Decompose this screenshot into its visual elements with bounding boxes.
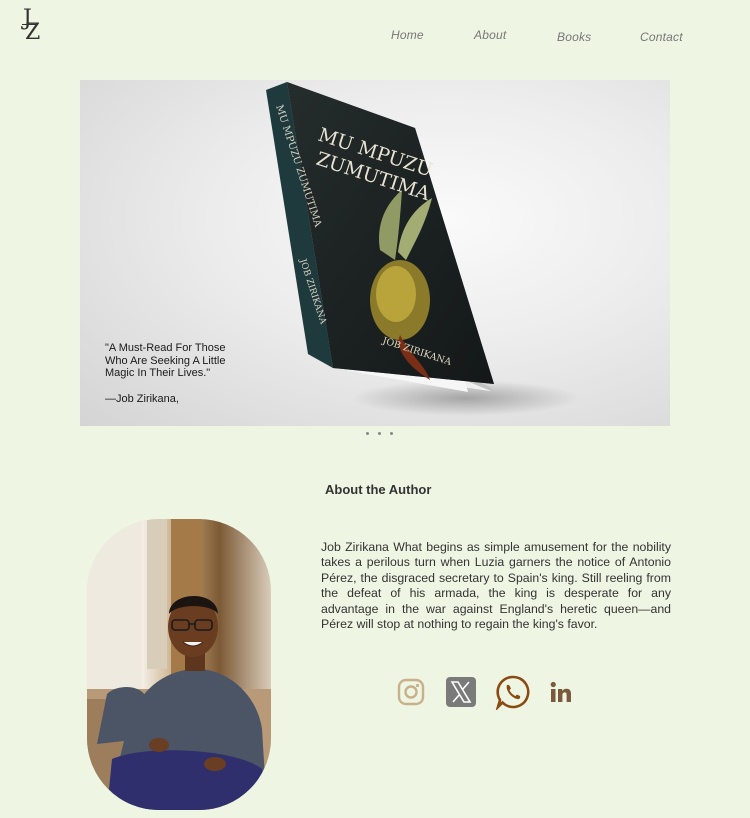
carousel-dot[interactable] xyxy=(390,432,393,435)
carousel-dots[interactable] xyxy=(366,432,393,435)
hero-quote: "A Must-Read For Those Who Are Seeking A… xyxy=(105,342,226,379)
hero-banner: MU MPUZU ZUMUTIMA JOB ZIRIKANA MU MPUZU … xyxy=(80,80,670,426)
instagram-icon[interactable] xyxy=(397,678,425,706)
author-bio: Job Zirikana What begins as simple amuse… xyxy=(321,540,671,632)
carousel-dot[interactable] xyxy=(366,432,369,435)
hero-quote-attribution: —Job Zirikana, xyxy=(105,393,179,405)
linkedin-icon[interactable] xyxy=(549,680,573,704)
carousel-dot[interactable] xyxy=(378,432,381,435)
nav-contact-link[interactable]: Contact xyxy=(640,30,683,44)
nav-home-link[interactable]: Home xyxy=(391,28,424,42)
about-heading: About the Author xyxy=(325,482,432,497)
x-twitter-icon[interactable] xyxy=(445,676,477,708)
author-portrait xyxy=(87,519,271,810)
author-photo xyxy=(87,519,271,810)
nav-about-link[interactable]: About xyxy=(474,28,506,42)
main-nav: Home About Books Contact xyxy=(0,28,750,48)
social-links xyxy=(397,674,577,712)
nav-books-link[interactable]: Books xyxy=(557,30,591,44)
whatsapp-icon[interactable] xyxy=(495,674,531,712)
